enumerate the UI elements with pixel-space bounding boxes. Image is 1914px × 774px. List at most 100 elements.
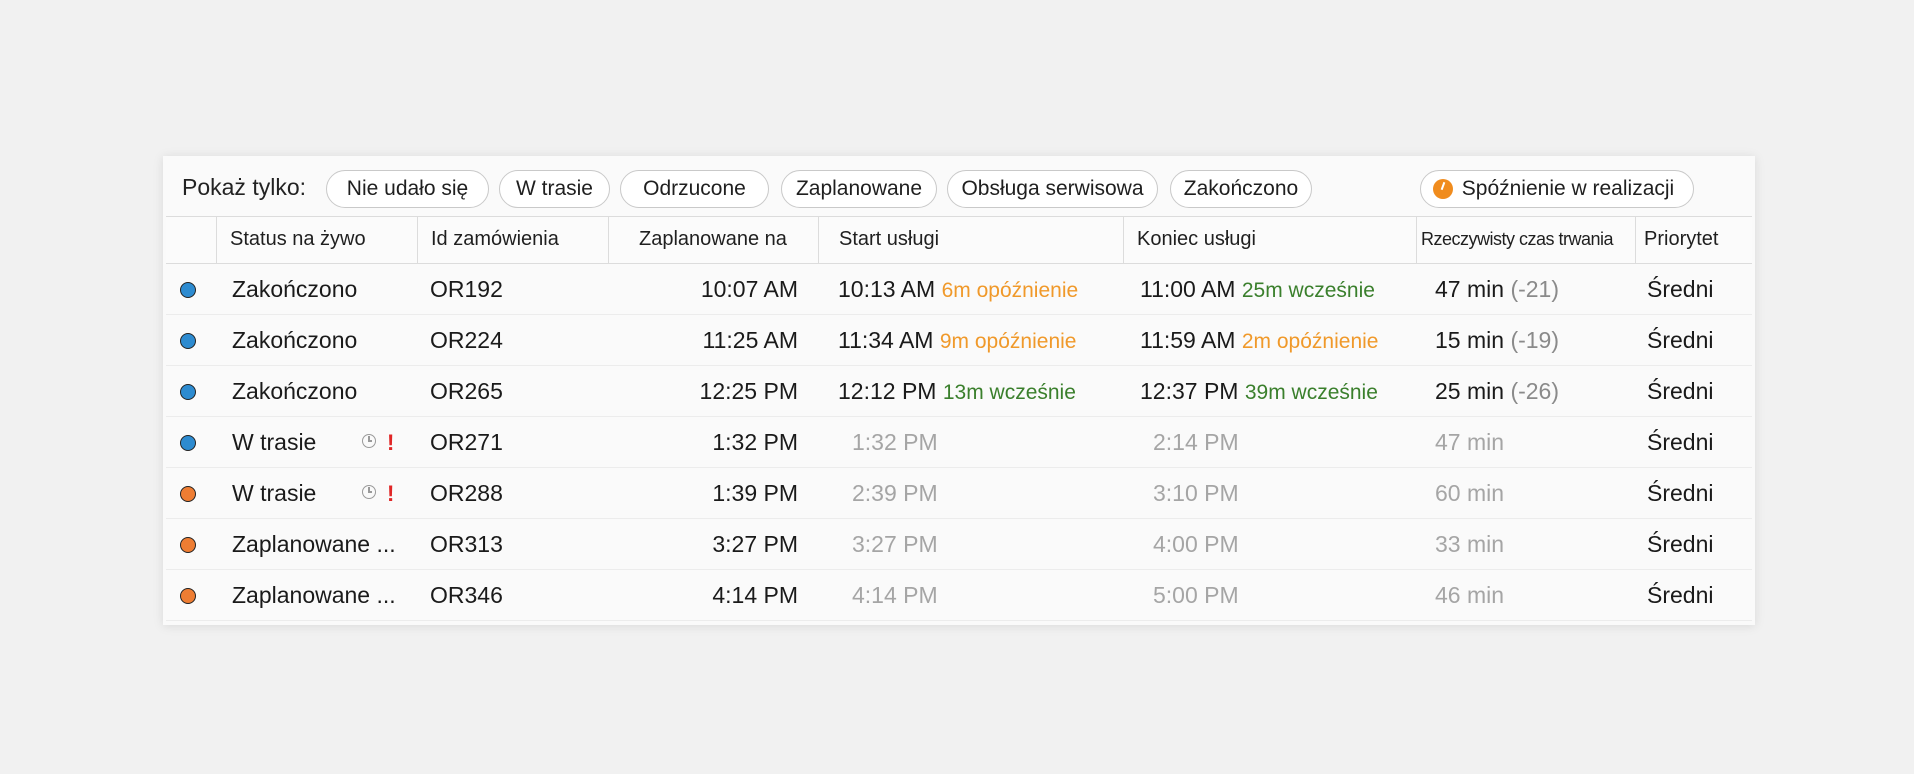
service-start-note: 13m wcześnie — [942, 381, 1076, 404]
status-dot-icon — [180, 588, 196, 604]
filter-chip-completed[interactable]: Zakończono — [1170, 170, 1312, 208]
priority: Średni — [1647, 531, 1714, 557]
order-id[interactable]: OR271 — [430, 417, 503, 468]
status-dot-icon — [180, 282, 196, 298]
status-dot-icon — [180, 537, 196, 553]
service-end-time: 5:00 PM — [1153, 582, 1239, 608]
duration-delta: (-26) — [1510, 378, 1559, 404]
order-id[interactable]: OR313 — [430, 519, 503, 570]
status-dot-icon — [180, 384, 196, 400]
order-id[interactable]: OR346 — [430, 570, 503, 621]
header-actual-duration[interactable]: Rzeczywisty czas trwania — [1416, 217, 1635, 263]
order-id[interactable]: OR192 — [430, 264, 503, 315]
actual-duration: 33 min — [1435, 531, 1505, 557]
service-end-value: 12:37 PM — [1140, 378, 1239, 404]
service-start-time: 3:27 PM — [852, 531, 938, 557]
header-order-id[interactable]: Id zamówienia — [417, 217, 608, 263]
duration-delta: (-19) — [1510, 327, 1559, 353]
scheduled-time: 1:32 PM — [712, 429, 798, 455]
clock-icon — [362, 434, 376, 448]
priority: Średni — [1647, 327, 1714, 353]
order-id[interactable]: OR288 — [430, 468, 503, 519]
service-end-note: 39m wcześnie — [1244, 381, 1378, 404]
scheduled-time: 11:25 AM — [702, 327, 798, 353]
actual-duration: 25 min (-26) — [1435, 366, 1559, 417]
scheduled-time: 1:39 PM — [712, 480, 798, 506]
service-end-value: 11:00 AM — [1140, 276, 1236, 302]
service-start-time: 11:34 AM 9m opóźnienie — [838, 315, 1076, 366]
service-end-time: 12:37 PM 39m wcześnie — [1140, 366, 1378, 417]
filter-chip-en-route[interactable]: W trasie — [499, 170, 610, 208]
filter-chip-failed[interactable]: Nie udało się — [326, 170, 489, 208]
service-start-time: 2:39 PM — [852, 480, 938, 506]
service-end-time: 3:10 PM — [1153, 480, 1239, 506]
service-end-value: 11:59 AM — [1140, 327, 1236, 353]
service-start-value: 12:12 PM — [838, 378, 937, 404]
scheduled-time: 10:07 AM — [700, 276, 798, 302]
service-end-time: 11:59 AM 2m opóźnienie — [1140, 315, 1378, 366]
status-text: W trasie — [232, 429, 317, 455]
filter-chip-scheduled[interactable]: Zaplanowane — [781, 170, 937, 208]
table-row[interactable]: Zaplanowane ... OR313 3:27 PM 3:27 PM 4:00 P… — [166, 519, 1752, 570]
service-start-note: 9m opóźnienie — [939, 330, 1077, 353]
status-text: Zaplanowane ... — [232, 531, 396, 557]
scheduled-time: 12:25 PM — [699, 378, 798, 404]
filter-label: Pokaż tylko: — [182, 174, 306, 200]
clock-icon — [362, 485, 376, 499]
service-end-time: 11:00 AM 25m wcześnie — [1140, 264, 1375, 315]
table-row[interactable]: Zakończono OR192 10:07 AM 10:13 AM 6m opóźn… — [166, 264, 1752, 315]
filter-chip-rejected[interactable]: Odrzucone — [620, 170, 769, 208]
order-id[interactable]: OR265 — [430, 366, 503, 417]
duration-delta: (-21) — [1510, 276, 1559, 302]
service-start-note: 6m opóźnienie — [941, 279, 1079, 302]
actual-duration: 60 min — [1435, 480, 1505, 506]
header-service-start[interactable]: Start usługi — [818, 217, 1123, 263]
priority: Średni — [1647, 276, 1714, 302]
service-end-note: 25m wcześnie — [1241, 279, 1375, 302]
service-start-time: 1:32 PM — [852, 429, 938, 455]
table-row[interactable]: Zakończono OR224 11:25 AM 11:34 AM 9m opóźn… — [166, 315, 1752, 366]
service-end-note: 2m opóźnienie — [1241, 330, 1379, 353]
clock-late-icon — [1433, 179, 1453, 199]
service-start-time: 4:14 PM — [852, 582, 938, 608]
scheduled-time: 3:27 PM — [712, 531, 798, 557]
filter-chip-late[interactable]: Spóźnienie w realizacji — [1420, 170, 1694, 208]
header-service-end[interactable]: Koniec usługi — [1123, 217, 1416, 263]
service-start-value: 11:34 AM — [838, 327, 934, 353]
filter-chip-late-label: Spóźnienie w realizacji — [1461, 177, 1675, 200]
orders-panel: Pokaż tylko: Nie udało się W trasie Odrz… — [163, 156, 1755, 625]
table-row[interactable]: W trasie! OR271 1:32 PM 1:32 PM 2:14 PM 47 mi… — [166, 417, 1752, 468]
table-header: Status na żywo Id zamówienia Zaplanowane… — [166, 216, 1752, 264]
table-row[interactable]: Zakończono OR265 12:25 PM 12:12 PM 13m wcze… — [166, 366, 1752, 417]
service-end-time: 2:14 PM — [1153, 429, 1239, 455]
actual-duration: 47 min (-21) — [1435, 264, 1559, 315]
service-start-value: 10:13 AM — [838, 276, 936, 302]
status-dot-icon — [180, 435, 196, 451]
duration-value: 47 min — [1435, 276, 1505, 302]
table-row[interactable]: Zaplanowane ... OR346 4:14 PM 4:14 PM 5:00 P… — [166, 570, 1752, 621]
header-status[interactable]: Status na żywo — [216, 217, 417, 263]
header-dot-column — [166, 217, 216, 263]
table-row[interactable]: W trasie! OR288 1:39 PM 2:39 PM 3:10 PM 60 mi… — [166, 468, 1752, 519]
duration-value: 25 min — [1435, 378, 1505, 404]
filter-bar: Pokaż tylko: Nie udało się W trasie Odrz… — [163, 156, 1755, 216]
actual-duration: 47 min — [1435, 429, 1505, 455]
service-start-time: 12:12 PM 13m wcześnie — [838, 366, 1076, 417]
duration-value: 15 min — [1435, 327, 1505, 353]
priority: Średni — [1647, 378, 1714, 404]
actual-duration: 46 min — [1435, 582, 1505, 608]
header-scheduled[interactable]: Zaplanowane na — [608, 217, 818, 263]
order-id[interactable]: OR224 — [430, 315, 503, 366]
alert-icon: ! — [387, 481, 395, 506]
status-text: W trasie — [232, 480, 317, 506]
status-text: Zakończono — [232, 327, 358, 353]
status-text: Zakończono — [232, 276, 358, 302]
filter-chip-service[interactable]: Obsługa serwisowa — [947, 170, 1158, 208]
actual-duration: 15 min (-19) — [1435, 315, 1559, 366]
priority: Średni — [1647, 582, 1714, 608]
status-dot-icon — [180, 486, 196, 502]
header-priority[interactable]: Priorytet — [1635, 217, 1752, 263]
priority: Średni — [1647, 480, 1714, 506]
status-dot-icon — [180, 333, 196, 349]
service-start-time: 10:13 AM 6m opóźnienie — [838, 264, 1078, 315]
